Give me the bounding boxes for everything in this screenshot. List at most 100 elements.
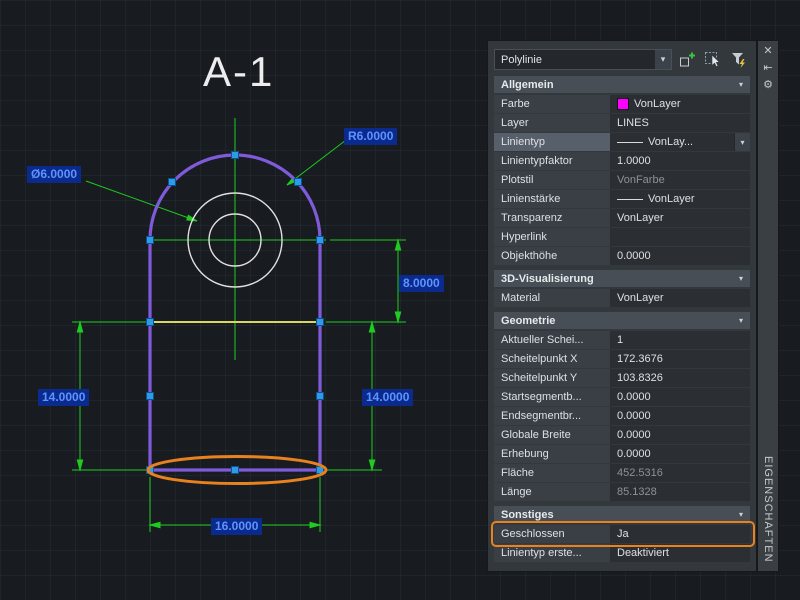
property-label: Objekthöhe bbox=[494, 247, 610, 265]
property-label: Plotstil bbox=[494, 171, 610, 189]
quick-select-icon bbox=[731, 52, 745, 68]
row-material: Material VonLayer bbox=[494, 289, 750, 307]
chevron-collapse-icon[interactable]: ▾ bbox=[739, 80, 743, 89]
quick-select-button[interactable] bbox=[727, 49, 750, 70]
properties-palette: Polylinie ▾ Allgemein ▾ Farbe VonLayer L… bbox=[487, 40, 757, 572]
property-value[interactable]: 1 bbox=[610, 331, 750, 349]
select-objects-icon bbox=[704, 51, 720, 67]
diameter-dim-label[interactable]: Ø6.0000 bbox=[27, 166, 82, 183]
property-label: Farbe bbox=[494, 95, 610, 113]
property-value[interactable]: VonLayer bbox=[610, 190, 750, 208]
chevron-down-icon[interactable]: ▾ bbox=[734, 133, 750, 151]
property-value[interactable]: 172.3676 bbox=[610, 350, 750, 368]
property-label: Transparenz bbox=[494, 209, 610, 227]
property-value-text: VonLay... bbox=[648, 136, 694, 148]
pickadd-toggle-button[interactable] bbox=[675, 49, 698, 70]
chevron-collapse-icon[interactable]: ▾ bbox=[739, 316, 743, 325]
row-linientyp-erstellen: Linientyp erste... Deaktiviert bbox=[494, 544, 750, 562]
section-header-sonstiges[interactable]: Sonstiges ▾ bbox=[494, 506, 750, 523]
palette-titlebar[interactable]: ✕ ⇤ ⚙ EIGENSCHAFTEN bbox=[757, 40, 779, 572]
radius-dim-label[interactable]: R6.0000 bbox=[344, 128, 398, 145]
row-endsegmentbreite: Endsegmentbr... 0.0000 bbox=[494, 407, 750, 425]
color-swatch-magenta bbox=[617, 98, 629, 110]
property-value[interactable]: 0.0000 bbox=[610, 247, 750, 265]
property-label: Scheitelpunkt X bbox=[494, 350, 610, 368]
bottom-width-dim-label[interactable]: 16.0000 bbox=[211, 518, 263, 535]
property-value[interactable]: VonLay... ▾ bbox=[610, 133, 750, 151]
property-label: Material bbox=[494, 289, 610, 307]
property-value: 452.5316 bbox=[610, 464, 750, 482]
row-farbe: Farbe VonLayer bbox=[494, 95, 750, 113]
drawing-title-text[interactable]: A-1 bbox=[203, 48, 274, 96]
property-value[interactable]: 0.0000 bbox=[610, 445, 750, 463]
close-icon[interactable]: ✕ bbox=[758, 44, 778, 58]
property-label: Scheitelpunkt Y bbox=[494, 369, 610, 387]
row-hyperlink: Hyperlink bbox=[494, 228, 750, 246]
row-startsegmentbreite: Startsegmentb... 0.0000 bbox=[494, 388, 750, 406]
row-transparenz: Transparenz VonLayer bbox=[494, 209, 750, 227]
linetype-sample bbox=[617, 141, 643, 143]
lineweight-sample bbox=[617, 198, 643, 200]
chevron-collapse-icon[interactable]: ▾ bbox=[739, 274, 743, 283]
select-objects-button[interactable] bbox=[701, 49, 724, 70]
property-label: Startsegmentb... bbox=[494, 388, 610, 406]
property-label: Länge bbox=[494, 483, 610, 501]
property-label: Hyperlink bbox=[494, 228, 610, 246]
property-value[interactable]: VonLayer bbox=[610, 209, 750, 227]
object-type-value: Polylinie bbox=[501, 53, 542, 66]
property-value[interactable] bbox=[610, 228, 750, 246]
row-layer: Layer LINES bbox=[494, 114, 750, 132]
section-header-geometrie[interactable]: Geometrie ▾ bbox=[494, 312, 750, 329]
section-header-3d-visualisierung[interactable]: 3D-Visualisierung ▾ bbox=[494, 270, 750, 287]
property-label: Aktueller Schei... bbox=[494, 331, 610, 349]
property-value[interactable]: LINES bbox=[610, 114, 750, 132]
row-aktueller-scheitelpunkt: Aktueller Schei... 1 bbox=[494, 331, 750, 349]
row-globale-breite: Globale Breite 0.0000 bbox=[494, 426, 750, 444]
section-title: 3D-Visualisierung bbox=[501, 272, 594, 285]
upper-height-dim-label[interactable]: 8.0000 bbox=[399, 275, 444, 292]
property-label: Linientyp erste... bbox=[494, 544, 610, 562]
property-value[interactable]: 1.0000 bbox=[610, 152, 750, 170]
chevron-collapse-icon[interactable]: ▾ bbox=[739, 510, 743, 519]
pickadd-icon bbox=[679, 52, 695, 66]
property-label: Linientyp bbox=[494, 133, 610, 151]
property-label: Endsegmentbr... bbox=[494, 407, 610, 425]
left-height-dim-label[interactable]: 14.0000 bbox=[38, 389, 90, 406]
property-label: Linientypfaktor bbox=[494, 152, 610, 170]
property-label: Fläche bbox=[494, 464, 610, 482]
row-plotstil: Plotstil VonFarbe bbox=[494, 171, 750, 189]
property-label: Geschlossen bbox=[494, 525, 610, 543]
property-value[interactable]: 0.0000 bbox=[610, 426, 750, 444]
row-linienstaerke: Linienstärke VonLayer bbox=[494, 190, 750, 208]
property-value[interactable]: 103.8326 bbox=[610, 369, 750, 387]
property-value: 85.1328 bbox=[610, 483, 750, 501]
row-scheitelpunkt-x: Scheitelpunkt X 172.3676 bbox=[494, 350, 750, 368]
section-title: Sonstiges bbox=[501, 508, 554, 521]
right-height-dim-label[interactable]: 14.0000 bbox=[362, 389, 414, 406]
chevron-down-icon[interactable]: ▾ bbox=[654, 50, 671, 69]
property-value-text: VonLayer bbox=[634, 98, 681, 110]
property-value[interactable]: VonLayer bbox=[610, 95, 750, 113]
section-header-allgemein[interactable]: Allgemein ▾ bbox=[494, 76, 750, 93]
autocad-model-space[interactable]: A-1 R6.0000 Ø6.0000 8.0000 14.0000 14.00… bbox=[0, 0, 800, 600]
property-value[interactable]: Ja bbox=[610, 525, 750, 543]
settings-gear-icon[interactable]: ⚙ bbox=[758, 78, 778, 92]
row-geschlossen: Geschlossen Ja bbox=[491, 521, 755, 547]
section-title: Allgemein bbox=[501, 78, 554, 91]
row-erhebung: Erhebung 0.0000 bbox=[494, 445, 750, 463]
row-scheitelpunkt-y: Scheitelpunkt Y 103.8326 bbox=[494, 369, 750, 387]
property-value[interactable]: VonLayer bbox=[610, 289, 750, 307]
row-linientypfaktor: Linientypfaktor 1.0000 bbox=[494, 152, 750, 170]
property-label: Erhebung bbox=[494, 445, 610, 463]
property-value[interactable]: 0.0000 bbox=[610, 407, 750, 425]
property-label: Linienstärke bbox=[494, 190, 610, 208]
row-laenge: Länge 85.1328 bbox=[494, 483, 750, 501]
property-value[interactable]: 0.0000 bbox=[610, 388, 750, 406]
property-value[interactable]: Deaktiviert bbox=[610, 544, 750, 562]
autohide-pin-icon[interactable]: ⇤ bbox=[758, 61, 778, 75]
object-selector-row: Polylinie ▾ bbox=[494, 49, 750, 70]
row-linientyp: Linientyp VonLay... ▾ bbox=[494, 133, 750, 151]
row-objekthoehe: Objekthöhe 0.0000 bbox=[494, 247, 750, 265]
object-type-dropdown[interactable]: Polylinie ▾ bbox=[494, 49, 672, 70]
section-title: Geometrie bbox=[501, 314, 556, 327]
